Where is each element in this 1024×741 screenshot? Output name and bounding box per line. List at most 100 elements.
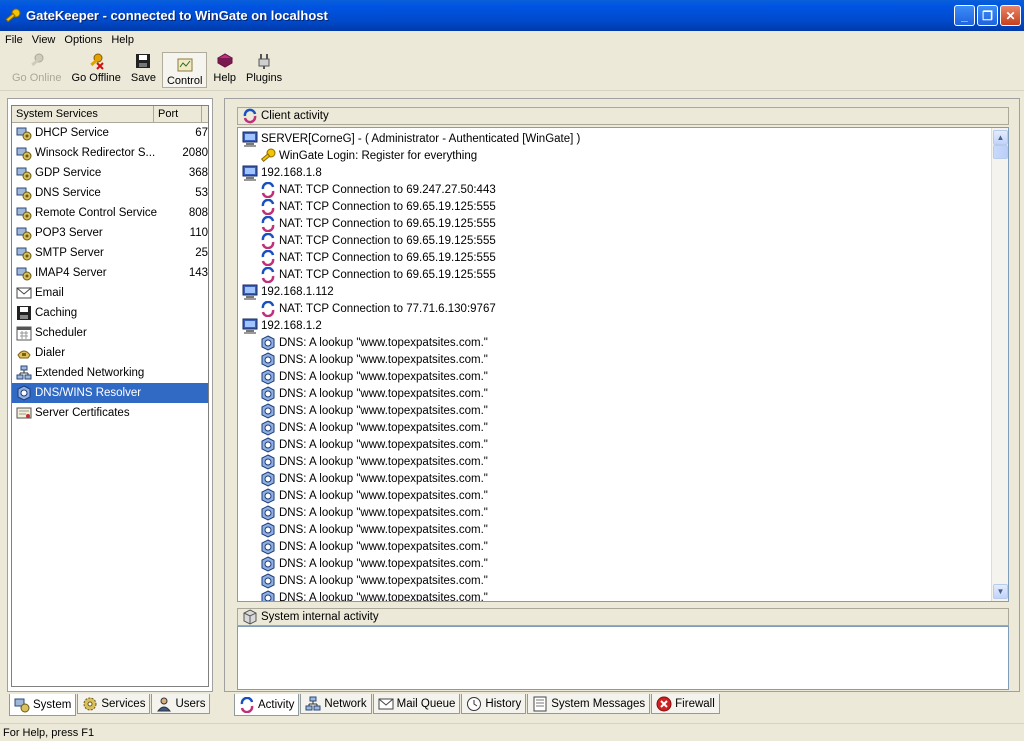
service-item[interactable]: Dialer (12, 343, 208, 363)
client-activity-tree[interactable]: SERVER[CorneG] - ( Administrator - Authe… (237, 127, 1009, 602)
activity-entry[interactable]: DNS: A lookup "www.topexpatsites.com." (260, 487, 488, 504)
activity-entry[interactable]: NAT: TCP Connection to 69.65.19.125:555 (260, 215, 496, 232)
activity-text: NAT: TCP Connection to 69.65.19.125:555 (279, 268, 496, 281)
service-port: 2080 (182, 147, 208, 159)
activity-entry[interactable]: DNS: A lookup "www.topexpatsites.com." (260, 538, 488, 555)
toolbar-label: Plugins (246, 72, 283, 84)
activity-entry[interactable]: DNS: A lookup "www.topexpatsites.com." (260, 385, 488, 402)
computer-icon (242, 131, 258, 147)
key-icon (28, 52, 46, 70)
activity-entry[interactable]: NAT: TCP Connection to 77.71.6.130:9767 (260, 300, 496, 317)
menu-help[interactable]: Help (108, 34, 140, 46)
activity-entry[interactable]: NAT: TCP Connection to 69.65.19.125:555 (260, 266, 496, 283)
internal-activity-title: System internal activity (261, 611, 379, 623)
client-node[interactable]: 192.168.1.112 (242, 283, 334, 300)
client-node[interactable]: 192.168.1.8 (242, 164, 322, 181)
activity-text: NAT: TCP Connection to 69.65.19.125:555 (279, 234, 496, 247)
activity-entry[interactable]: DNS: A lookup "www.topexpatsites.com." (260, 470, 488, 487)
activity-entry[interactable]: DNS: A lookup "www.topexpatsites.com." (260, 504, 488, 521)
activity-entry[interactable]: NAT: TCP Connection to 69.65.19.125:555 (260, 249, 496, 266)
activity-text: NAT: TCP Connection to 69.65.19.125:555 (279, 251, 496, 264)
activity-entry[interactable]: WinGate Login: Register for everything (260, 147, 477, 164)
service-port: 67 (195, 127, 208, 139)
tab-activity[interactable]: Activity (234, 694, 300, 716)
client-node[interactable]: 192.168.1.2 (242, 317, 322, 334)
scroll-up-button[interactable]: ▲ (993, 130, 1008, 145)
activity-entry[interactable]: DNS: A lookup "www.topexpatsites.com." (260, 402, 488, 419)
activity-text: 192.168.1.2 (261, 319, 322, 332)
activity-entry[interactable]: DNS: A lookup "www.topexpatsites.com." (260, 368, 488, 385)
tab-system[interactable]: System (9, 694, 77, 716)
activity-entry[interactable]: DNS: A lookup "www.topexpatsites.com." (260, 589, 488, 601)
service-item[interactable]: GDP Service 368 (12, 163, 208, 183)
internal-activity-list[interactable] (237, 626, 1009, 690)
tab-services[interactable]: Services (77, 694, 151, 714)
service-item[interactable]: Winsock Redirector S... 2080 (12, 143, 208, 163)
activity-entry[interactable]: DNS: A lookup "www.topexpatsites.com." (260, 334, 488, 351)
activity-entry[interactable]: DNS: A lookup "www.topexpatsites.com." (260, 436, 488, 453)
dns-icon (260, 538, 276, 555)
tab-history[interactable]: History (461, 694, 527, 714)
menu-options[interactable]: Options (61, 34, 108, 46)
client-node[interactable]: SERVER[CorneG] - ( Administrator - Authe… (242, 130, 580, 147)
service-name: GDP Service (35, 167, 102, 179)
title-bar[interactable]: GateKeeper - connected to WinGate on loc… (0, 0, 1024, 31)
activity-entry[interactable]: NAT: TCP Connection to 69.65.19.125:555 (260, 232, 496, 249)
list-header: System Services Port (12, 106, 208, 123)
floppy-disk-icon (134, 52, 152, 70)
save-button[interactable]: Save (127, 49, 160, 89)
service-item[interactable]: DNS/WINS Resolver (12, 383, 208, 403)
network-icon (16, 365, 32, 381)
dns-icon (260, 419, 276, 436)
clock-icon (466, 696, 482, 712)
help-button[interactable]: Help (209, 49, 240, 89)
service-item[interactable]: IMAP4 Server 143 (12, 263, 208, 283)
service-item[interactable]: Caching (12, 303, 208, 323)
service-item[interactable]: Extended Networking (12, 363, 208, 383)
activity-entry[interactable]: NAT: TCP Connection to 69.247.27.50:443 (260, 181, 496, 198)
activity-entry[interactable]: DNS: A lookup "www.topexpatsites.com." (260, 521, 488, 538)
control-button[interactable]: Control (161, 52, 208, 88)
menu-file[interactable]: File (2, 34, 29, 46)
activity-entry[interactable]: NAT: TCP Connection to 69.65.19.125:555 (260, 198, 496, 215)
activity-entry[interactable]: DNS: A lookup "www.topexpatsites.com." (260, 351, 488, 368)
activity-text: NAT: TCP Connection to 69.65.19.125:555 (279, 200, 496, 213)
activity-entry[interactable]: DNS: A lookup "www.topexpatsites.com." (260, 419, 488, 436)
maximize-button[interactable]: ❐ (977, 5, 998, 26)
cube-icon (242, 609, 258, 625)
service-item[interactable]: Email (12, 283, 208, 303)
system-services-list[interactable]: System Services Port DHCP Service 67 Winso… (11, 105, 209, 687)
service-name: Server Certificates (35, 407, 130, 419)
service-item[interactable]: DNS Service 53 (12, 183, 208, 203)
go-offline-button[interactable]: Go Offline (68, 49, 125, 89)
scroll-thumb[interactable] (993, 145, 1008, 159)
toolbar: Go Online Go Offline Save Control Help P… (0, 49, 1024, 91)
service-item[interactable]: DHCP Service 67 (12, 123, 208, 143)
service-item[interactable]: POP3 Server 110 (12, 223, 208, 243)
plugins-button[interactable]: Plugins (242, 49, 286, 89)
tab-firewall[interactable]: Firewall (651, 694, 720, 714)
service-item[interactable]: SMTP Server 25 (12, 243, 208, 263)
service-item[interactable]: Scheduler (12, 323, 208, 343)
key-disconnect-icon (87, 52, 105, 70)
column-header-port[interactable]: Port (154, 106, 202, 122)
tab-mail-queue[interactable]: Mail Queue (372, 694, 461, 714)
go-online-button[interactable]: Go Online (8, 49, 66, 89)
service-name: Remote Control Service (35, 207, 158, 219)
scroll-down-button[interactable]: ▼ (993, 584, 1008, 599)
activity-entry[interactable]: DNS: A lookup "www.topexpatsites.com." (260, 453, 488, 470)
activity-text: 192.168.1.112 (261, 285, 334, 298)
activity-entry[interactable]: DNS: A lookup "www.topexpatsites.com." (260, 555, 488, 572)
activity-scrollbar[interactable]: ▲ ▼ (991, 128, 1008, 601)
service-item[interactable]: Server Certificates (12, 403, 208, 423)
tab-system-messages[interactable]: System Messages (527, 694, 651, 714)
column-header-system-services[interactable]: System Services (12, 106, 154, 122)
tab-network[interactable]: Network (300, 694, 372, 714)
menu-view[interactable]: View (29, 34, 62, 46)
tab-label: Mail Queue (396, 697, 456, 710)
minimize-button[interactable]: _ (954, 5, 975, 26)
tab-users[interactable]: Users (151, 694, 211, 714)
service-item[interactable]: Remote Control Service 808 (12, 203, 208, 223)
activity-entry[interactable]: DNS: A lookup "www.topexpatsites.com." (260, 572, 488, 589)
close-button[interactable]: ✕ (1000, 5, 1021, 26)
